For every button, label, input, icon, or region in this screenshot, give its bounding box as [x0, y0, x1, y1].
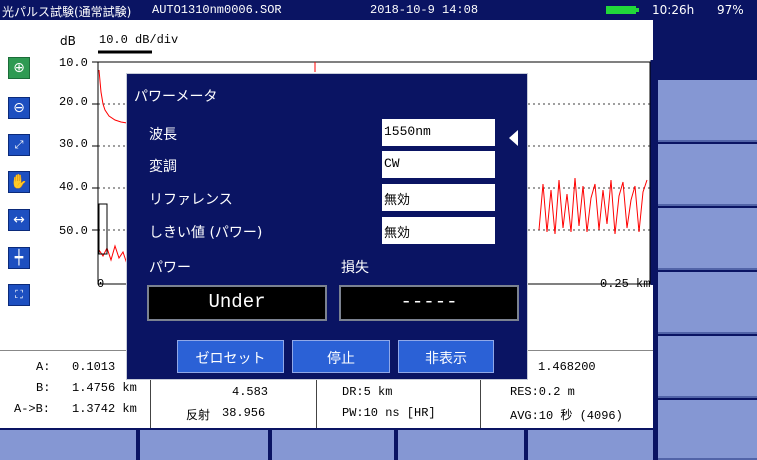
span-label: A->B: — [14, 402, 51, 416]
softkey-bottom-4[interactable] — [398, 430, 526, 460]
region-box — [98, 203, 108, 255]
marker-a-value: 0.1013 — [72, 360, 116, 374]
softkey-right-1[interactable] — [658, 80, 757, 142]
loss-readout: ----- — [339, 285, 519, 321]
selection-arrow-icon — [509, 130, 518, 146]
softkey-right-5[interactable] — [658, 336, 757, 398]
power-label: パワー — [149, 260, 191, 276]
tool-bar: ⊕ ⊖ ⤢ ✋ ↔ ┿ ⛶ — [0, 20, 37, 350]
reflection-label: 反射 — [186, 408, 211, 422]
averaging: AVG:10 秒 (4096) — [510, 409, 623, 423]
span-value: 1.3742 km — [72, 402, 137, 416]
reference-label: リファレンス — [149, 192, 233, 208]
softkey-right-4[interactable] — [658, 272, 757, 334]
stop-button[interactable]: 停止 — [292, 340, 390, 373]
reflection-value: 38.956 — [222, 406, 266, 420]
softkey-right-3[interactable] — [658, 208, 757, 270]
loss-label: 損失 — [341, 260, 369, 276]
bottom-softkey-bar — [0, 428, 653, 460]
threshold-field[interactable]: 無効 — [382, 217, 495, 244]
elapsed-time: 10:26h — [652, 3, 695, 17]
wavelength-field[interactable]: 1550nm — [382, 119, 495, 146]
softkey-bottom-1[interactable] — [0, 430, 138, 460]
power-readout: Under — [147, 285, 327, 321]
title-bar: 光パルス試験(通常試験) AUTO1310nm0006.SOR 2018-10-… — [0, 0, 757, 20]
file-name: AUTO1310nm0006.SOR — [152, 3, 282, 17]
power-meter-dialog: パワーメータ 波長 1550nm 変調 CW リファレンス 無効 しきい値 (パ… — [126, 73, 528, 380]
modulation-label: 変調 — [149, 159, 177, 175]
battery-percent: 97% — [717, 3, 744, 17]
vertical-marker-icon[interactable]: ┿ — [8, 247, 30, 269]
modulation-field[interactable]: CW — [382, 151, 495, 178]
marker-b-label: B: — [36, 381, 51, 395]
dialog-title: パワーメータ — [134, 89, 218, 105]
softkey-bottom-3[interactable] — [272, 430, 396, 460]
hand-pan-icon[interactable]: ✋ — [8, 171, 30, 193]
battery-icon — [606, 6, 639, 14]
resolution: RES:0.2 m — [510, 385, 575, 399]
full-screen-icon[interactable]: ⛶ — [8, 284, 30, 306]
distance-range: DR:5 km — [342, 385, 393, 399]
zoom-out-icon[interactable]: ⊖ — [8, 97, 30, 119]
marker-b-value: 1.4756 km — [72, 381, 137, 395]
horizontal-marker-icon[interactable]: ↔ — [8, 209, 30, 231]
wavelength-label: 波長 — [149, 127, 177, 143]
zero-set-button[interactable]: ゼロセット — [177, 340, 284, 373]
threshold-label: しきい値 (パワー) — [149, 225, 263, 241]
softkey-bottom-2[interactable] — [140, 430, 270, 460]
app-title: 光パルス試験(通常試験) — [2, 5, 132, 19]
date-time: 2018-10-9 14:08 — [370, 3, 479, 17]
hide-button[interactable]: 非表示 — [398, 340, 494, 373]
pulse-width: PW:10 ns [HR] — [342, 406, 436, 420]
softkey-bottom-5[interactable] — [528, 430, 653, 460]
softkey-right-6[interactable] — [658, 400, 757, 460]
index-of-refraction: 1.468200 — [538, 360, 596, 374]
loss-value: 4.583 — [232, 385, 269, 399]
reference-field[interactable]: 無効 — [382, 184, 495, 211]
softkey-right-2[interactable] — [658, 144, 757, 206]
right-softkey-panel — [653, 20, 757, 460]
fit-screen-icon[interactable]: ⤢ — [8, 134, 30, 156]
marker-a-label: A: — [36, 360, 51, 374]
zoom-in-icon[interactable]: ⊕ — [8, 57, 30, 79]
